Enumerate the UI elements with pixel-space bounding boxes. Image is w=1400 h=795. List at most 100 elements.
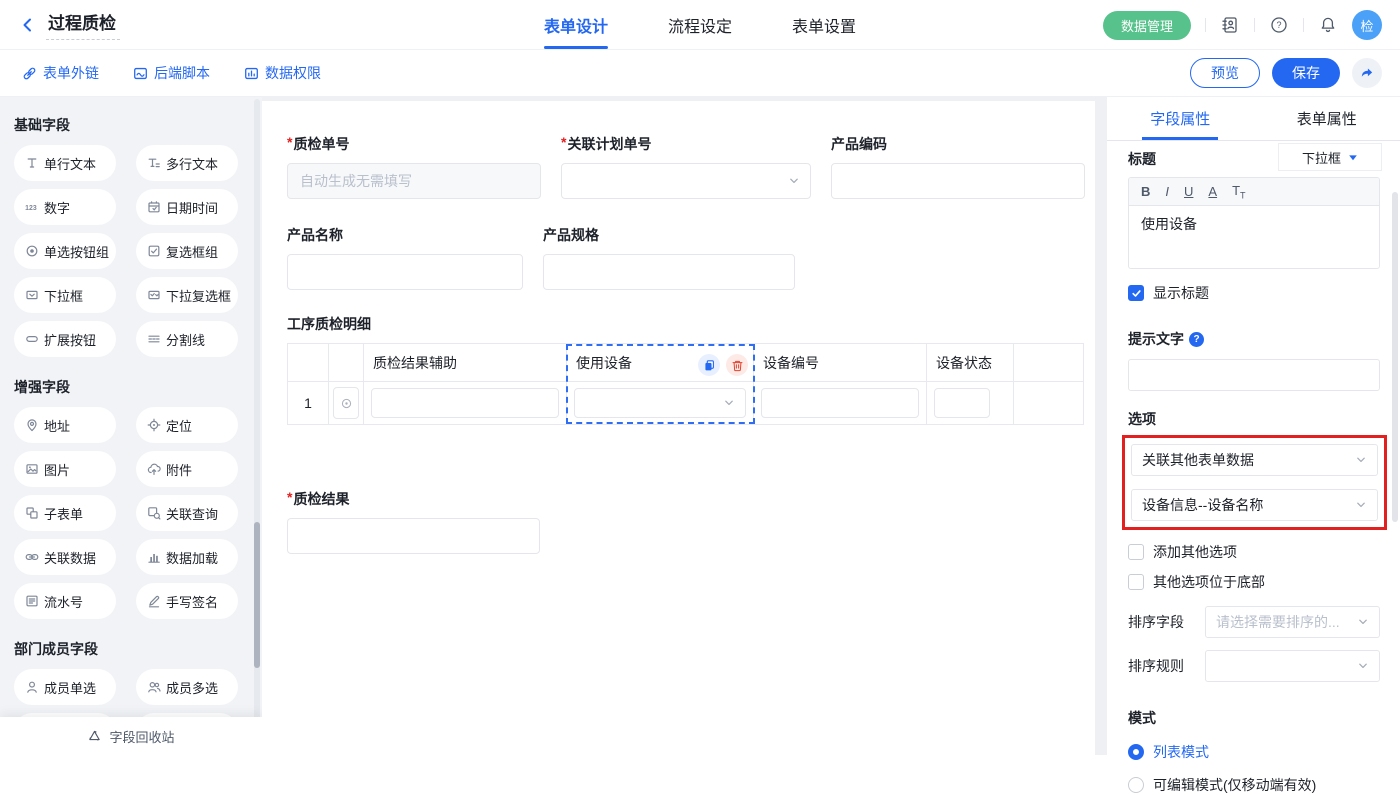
checkbox-checked-icon[interactable] (1128, 285, 1144, 301)
bold-button[interactable]: B (1141, 184, 1150, 199)
address-icon (25, 418, 39, 432)
field-item-data-load[interactable]: 数据加载 (136, 539, 238, 575)
field-item-member-multi[interactable]: 成员多选 (136, 669, 238, 705)
tab-flow-setting[interactable]: 流程设定 (666, 0, 734, 50)
mode-editable-radio[interactable]: 可编辑模式(仅移动端有效) (1128, 775, 1380, 795)
inspection-no-input[interactable]: 自动生成无需填写 (287, 163, 541, 199)
radio-unselected-icon[interactable] (1128, 777, 1144, 793)
device-no-input[interactable] (761, 388, 919, 418)
copy-column-button[interactable] (698, 354, 720, 376)
field-plan-no[interactable]: *关联计划单号 (561, 134, 811, 199)
plan-no-select[interactable] (561, 163, 811, 199)
filler-cell (1013, 382, 1083, 424)
device-status-input[interactable] (934, 388, 990, 418)
title-editor-content[interactable]: 使用设备 (1129, 206, 1379, 268)
field-item-number[interactable]: 123数字 (14, 189, 116, 225)
field-item-linked-data[interactable]: 关联数据 (14, 539, 116, 575)
field-item-datetime[interactable]: 日期时间 (136, 189, 238, 225)
add-other-option-row[interactable]: 添加其他选项 (1128, 542, 1380, 562)
delete-column-button[interactable] (726, 354, 748, 376)
option-field-select[interactable]: 设备信息--设备名称 (1131, 489, 1378, 521)
product-code-input[interactable] (831, 163, 1085, 199)
sort-field-select[interactable]: 请选择需要排序的... (1205, 606, 1380, 638)
field-item-divider[interactable]: 分割线 (136, 321, 238, 357)
field-item-signature[interactable]: 手写签名 (136, 583, 238, 619)
field-item-multi-select[interactable]: 下拉复选框 (136, 277, 238, 313)
svg-text:?: ? (1276, 20, 1281, 30)
underline-button[interactable]: U (1184, 184, 1193, 199)
page-title[interactable]: 过程质检 (46, 9, 120, 40)
mode-list-radio[interactable]: 列表模式 (1128, 742, 1380, 762)
italic-button[interactable]: I (1165, 184, 1169, 199)
multi-line-text-icon (147, 156, 161, 170)
field-item-address[interactable]: 地址 (14, 407, 116, 443)
backend-script-button[interactable]: 后端脚本 (133, 63, 210, 83)
locate-icon (147, 418, 161, 432)
product-spec-input[interactable] (543, 254, 795, 290)
subtable-header-cell (1013, 344, 1083, 382)
signature-icon (147, 594, 161, 608)
aux-result-input[interactable] (371, 388, 559, 418)
field-item-image[interactable]: 图片 (14, 451, 116, 487)
field-item-member-single[interactable]: 成员单选 (14, 669, 116, 705)
back-icon[interactable] (20, 17, 36, 33)
field-item-attachment[interactable]: 附件 (136, 451, 238, 487)
field-item-select[interactable]: 下拉框 (14, 277, 116, 313)
subtable-column-aux-result[interactable]: 质检结果辅助 (363, 344, 566, 382)
required-asterisk: * (561, 134, 566, 150)
font-size-button[interactable]: TT (1232, 183, 1245, 201)
product-name-input[interactable] (287, 254, 523, 290)
show-title-checkbox-row[interactable]: 显示标题 (1128, 283, 1380, 303)
help-icon[interactable]: ? (1269, 15, 1289, 35)
sidebar-scrollbar-thumb[interactable] (254, 522, 260, 668)
data-manage-button[interactable]: 数据管理 (1103, 11, 1191, 40)
bell-icon[interactable] (1318, 15, 1338, 35)
field-product-code[interactable]: 产品编码 (831, 134, 1085, 199)
field-inspection-no[interactable]: *质检单号 自动生成无需填写 (287, 134, 541, 199)
options-label: 选项 (1128, 409, 1380, 429)
external-link-button[interactable]: 表单外链 (22, 63, 99, 83)
hint-input[interactable] (1128, 359, 1380, 391)
field-type-select[interactable]: 下拉框 (1278, 143, 1382, 171)
panel-scrollbar-thumb[interactable] (1392, 192, 1398, 522)
sort-rule-select[interactable] (1205, 650, 1380, 682)
field-item-serial-number[interactable]: 流水号 (14, 583, 116, 619)
user-avatar[interactable]: 检 (1352, 10, 1382, 40)
option-source-select[interactable]: 关联其他表单数据 (1131, 444, 1378, 476)
field-product-spec[interactable]: 产品规格 (543, 225, 795, 290)
field-result[interactable]: *质检结果 (287, 489, 540, 554)
field-item-single-line-text[interactable]: 单行文本 (14, 145, 116, 181)
tab-field-properties[interactable]: 字段属性 (1107, 97, 1254, 140)
result-input[interactable] (287, 518, 540, 554)
question-icon[interactable]: ? (1189, 332, 1204, 347)
trash-icon (731, 359, 744, 372)
tab-form-setting[interactable]: 表单设置 (790, 0, 858, 50)
field-item-linked-query[interactable]: 关联查询 (136, 495, 238, 531)
subtable-column-device-status[interactable]: 设备状态 (926, 344, 1013, 382)
field-item-subform[interactable]: 子表单 (14, 495, 116, 531)
chevron-down-icon (788, 175, 800, 187)
other-option-bottom-row[interactable]: 其他选项位于底部 (1128, 572, 1380, 592)
used-device-select[interactable] (574, 388, 746, 418)
share-button[interactable] (1352, 58, 1382, 88)
field-product-name[interactable]: 产品名称 (287, 225, 523, 290)
app-header: 过程质检 表单设计 流程设定 表单设置 数据管理 ? 检 (0, 0, 1400, 50)
row-drag-handle[interactable] (333, 387, 359, 419)
data-permission-button[interactable]: 数据权限 (244, 63, 321, 83)
field-item-locate[interactable]: 定位 (136, 407, 238, 443)
field-item-extend-button[interactable]: 扩展按钮 (14, 321, 116, 357)
tab-form-properties[interactable]: 表单属性 (1254, 97, 1400, 140)
tab-form-design[interactable]: 表单设计 (542, 0, 610, 50)
radio-selected-icon[interactable] (1128, 744, 1144, 760)
checkbox-unchecked-icon[interactable] (1128, 574, 1144, 590)
field-item-multi-line-text[interactable]: 多行文本 (136, 145, 238, 181)
font-color-button[interactable]: A (1208, 184, 1217, 199)
field-item-radio-group[interactable]: 单选按钮组 (14, 233, 116, 269)
checkbox-unchecked-icon[interactable] (1128, 544, 1144, 560)
field-recycle-bin[interactable]: 字段回收站 (0, 717, 262, 755)
field-item-checkbox-group[interactable]: 复选框组 (136, 233, 238, 269)
contacts-icon[interactable] (1220, 15, 1240, 35)
save-button[interactable]: 保存 (1272, 58, 1340, 88)
subtable-column-device-no[interactable]: 设备编号 (753, 344, 926, 382)
preview-button[interactable]: 预览 (1190, 58, 1260, 88)
